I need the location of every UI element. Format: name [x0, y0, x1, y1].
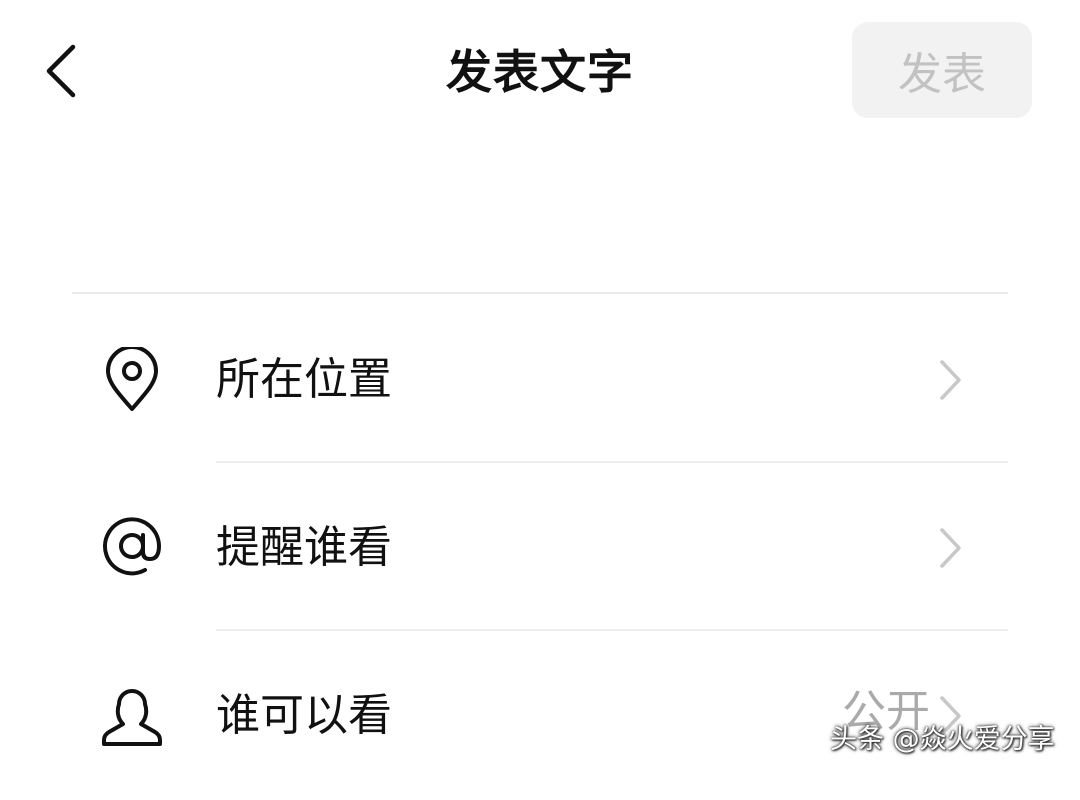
person-icon: [96, 682, 168, 754]
chevron-left-icon: [46, 44, 76, 98]
chevron-right-icon: [930, 350, 970, 410]
watermark: 头条 @焱火爱分享: [830, 724, 1055, 755]
divider: [72, 292, 1008, 294]
back-button[interactable]: [36, 40, 86, 102]
page-title: 发表文字: [446, 45, 634, 99]
location-row[interactable]: 所在位置: [0, 296, 1080, 464]
divider: [216, 629, 1008, 631]
mention-label: 提醒谁看: [216, 522, 392, 573]
visibility-label: 谁可以看: [216, 690, 392, 741]
chevron-right-icon: [930, 518, 970, 578]
visibility-row[interactable]: 谁可以看 公开: [0, 632, 1080, 800]
location-label: 所在位置: [216, 354, 392, 405]
divider: [216, 461, 1008, 463]
location-pin-icon: [96, 344, 168, 416]
at-sign-icon: [96, 510, 168, 582]
mention-row[interactable]: 提醒谁看: [0, 464, 1080, 632]
publish-button[interactable]: 发表: [852, 22, 1032, 118]
title-bar: 发表文字 发表: [0, 0, 1080, 140]
